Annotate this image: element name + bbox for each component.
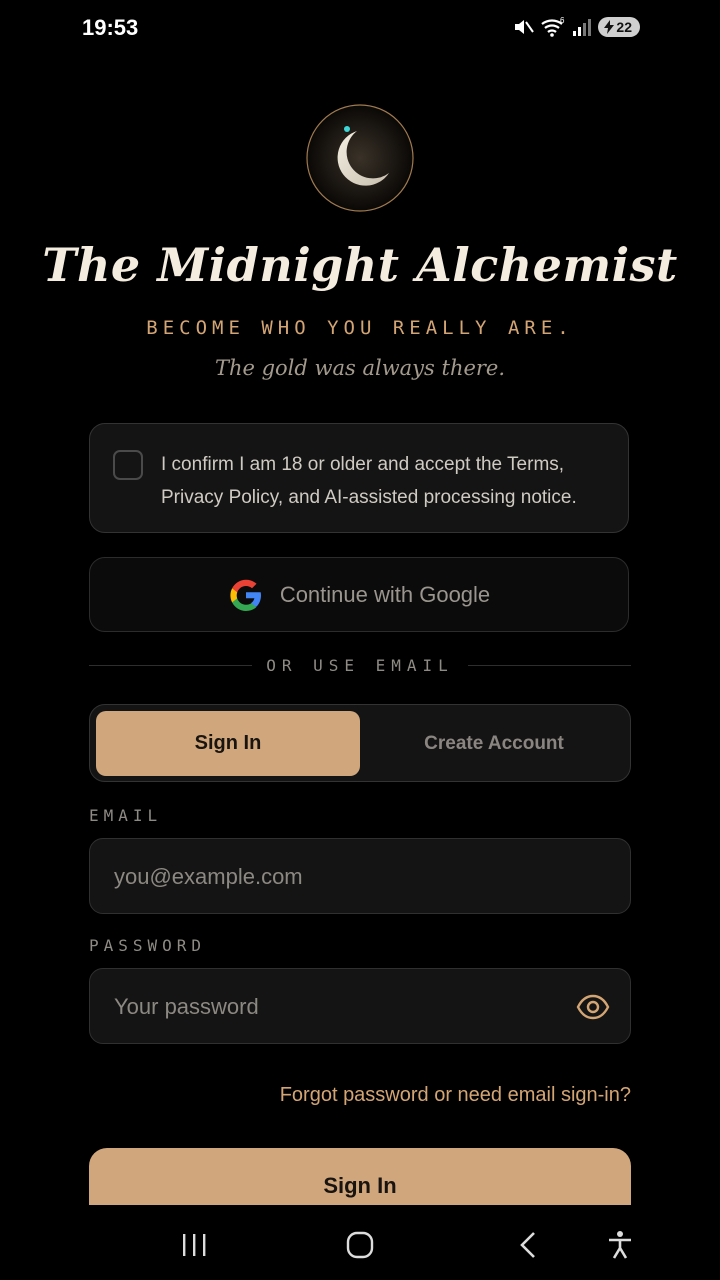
email-input[interactable] [112, 839, 536, 914]
mute-icon [515, 20, 535, 34]
google-logo-icon [230, 579, 261, 611]
battery-indicator: 22 [598, 17, 640, 37]
status-time: 19:53 [82, 15, 139, 40]
tab-create-account[interactable]: Create Account [362, 711, 626, 776]
google-signin-button[interactable]: Continue with Google [89, 557, 629, 632]
recent-apps-icon[interactable] [174, 1225, 214, 1265]
crescent-moon-icon [306, 104, 414, 212]
app-tagline: BECOME WHO YOU REALLY ARE. [146, 317, 574, 339]
divider-line-left [89, 664, 253, 666]
eye-icon[interactable] [576, 990, 610, 1024]
password-input[interactable] [112, 969, 536, 1044]
battery-level: 22 [616, 19, 632, 35]
consent-checkbox[interactable] [113, 450, 143, 480]
tab-sign-in[interactable]: Sign In [96, 711, 360, 776]
password-label: PASSWORD [89, 936, 207, 955]
wifi-icon: 6 [541, 16, 565, 37]
divider-line-right [467, 664, 631, 666]
accessibility-icon[interactable] [600, 1225, 640, 1265]
home-icon[interactable] [340, 1225, 380, 1265]
email-field-container [89, 838, 631, 914]
network-superscript: 6 [560, 16, 565, 25]
or-divider: OR USE EMAIL [89, 652, 631, 678]
app-subtitle: The gold was always there. [214, 356, 506, 380]
system-nav-bar [0, 1205, 720, 1280]
status-bar: 19:53 6 22 [0, 0, 720, 58]
auth-mode-tabs: Sign In Create Account [89, 704, 631, 782]
consent-card[interactable]: I confirm I am 18 or older and accept th… [89, 423, 629, 533]
back-icon[interactable] [508, 1225, 548, 1265]
google-button-label: Continue with Google [279, 581, 491, 607]
email-label: EMAIL [89, 806, 163, 825]
divider-text: OR USE EMAIL [266, 655, 454, 675]
app-title: The Midnight Alchemist [42, 238, 678, 292]
forgot-password-link[interactable]: Forgot password or need email sign-in? [280, 1084, 631, 1107]
signal-icon [573, 19, 592, 36]
consent-text: I confirm I am 18 or older and accept th… [161, 454, 577, 508]
status-icons: 6 22 [512, 16, 640, 38]
password-field-container [89, 968, 631, 1044]
sign-in-button-label: Sign In [323, 1173, 397, 1198]
charging-icon [604, 20, 615, 34]
